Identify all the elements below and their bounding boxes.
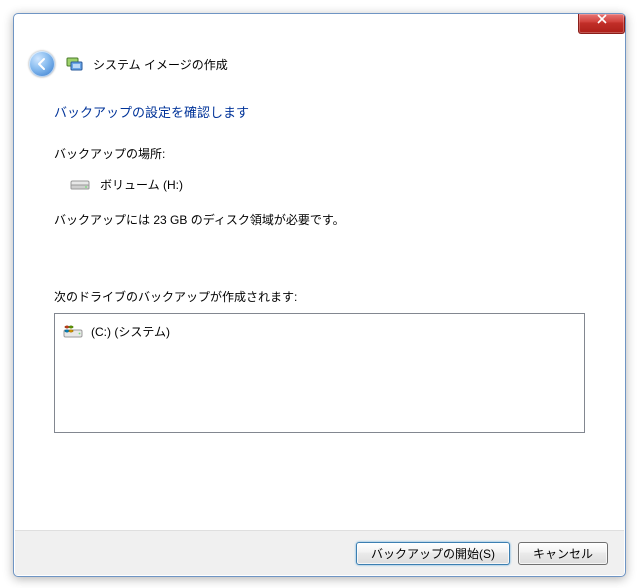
wizard-title: システム イメージの作成 <box>93 56 228 73</box>
wizard-window: システム イメージの作成 バックアップの設定を確認します バックアップの場所: … <box>13 13 626 577</box>
system-image-icon <box>65 55 83 73</box>
close-icon <box>597 14 607 24</box>
start-backup-button[interactable]: バックアップの開始(S) <box>356 542 510 565</box>
drive-item-label: (C:) (システム) <box>91 323 170 340</box>
drives-list-label: 次のドライブのバックアップが作成されます: <box>54 288 585 305</box>
arrow-left-icon <box>35 57 49 71</box>
back-button[interactable] <box>29 51 55 77</box>
drive-item[interactable]: (C:) (システム) <box>63 320 576 342</box>
titlebar-controls <box>578 14 625 37</box>
backup-location-label: バックアップの場所: <box>54 145 585 162</box>
space-required-text: バックアップには 23 GB のディスク領域が必要です。 <box>54 211 585 228</box>
backup-location-row: ボリューム (H:) <box>70 176 585 193</box>
header-row: システム イメージの作成 <box>29 51 610 77</box>
content-area: バックアップの設定を確認します バックアップの場所: ボリューム (H:) バッ… <box>54 102 585 506</box>
drives-listbox[interactable]: (C:) (システム) <box>54 313 585 433</box>
hard-drive-icon <box>70 178 90 192</box>
footer-button-bar: バックアップの開始(S) キャンセル <box>15 530 624 575</box>
cancel-button[interactable]: キャンセル <box>518 542 608 565</box>
page-subheading: バックアップの設定を確認します <box>54 102 585 121</box>
backup-location-value: ボリューム (H:) <box>100 176 183 193</box>
system-drive-icon <box>63 322 83 340</box>
close-button[interactable] <box>578 14 625 34</box>
